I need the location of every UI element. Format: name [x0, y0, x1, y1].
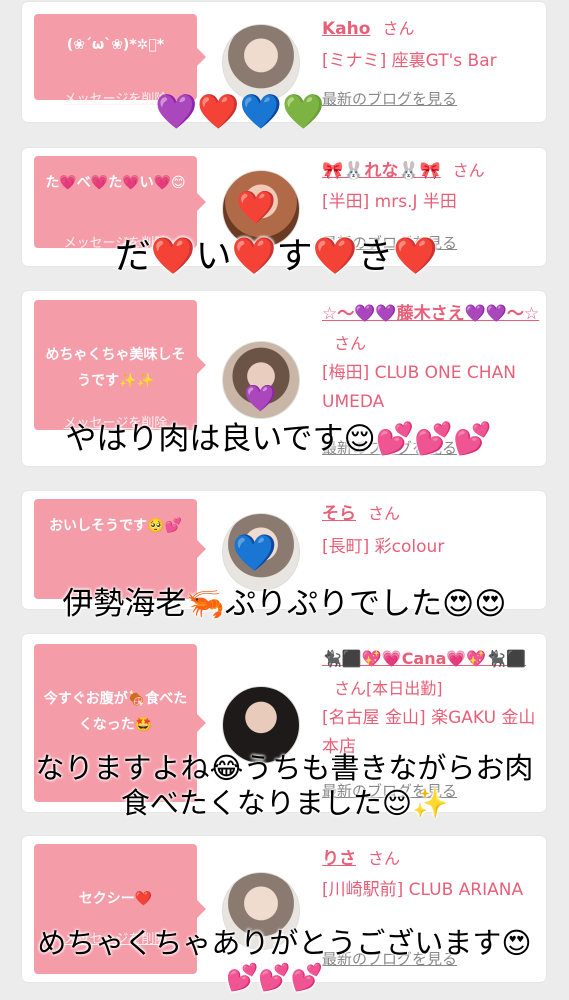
- blue-heart-sticker-icon: 💙: [232, 533, 277, 574]
- latest-blog-link[interactable]: 最新のブログを見る: [322, 88, 457, 109]
- overlay-text-3: 伊勢海老🦐ぷりぷりでした😍😍: [62, 586, 507, 622]
- message-text: おいしそうです🥺💕: [49, 518, 182, 534]
- shop-label: [梅田] CLUB ONE CHAN UMEDA: [322, 363, 516, 412]
- san-label: さん: [368, 504, 401, 523]
- message-bubble: (❀´ω`❀)*✲゚* メッセージを削除: [34, 14, 206, 107]
- cast-name-link[interactable]: そら: [322, 504, 356, 524]
- overlay-text-4a: なりますよね😂うちも書きながらお肉: [35, 751, 534, 785]
- message-bubble: た💗べ💗た💗い💗😊 メッセージを削除: [34, 156, 206, 251]
- shop-label: [川崎駅前] CLUB ARIANA: [322, 880, 524, 900]
- san-label: さん: [368, 849, 401, 868]
- message-text: 今すぐお腹が🍖食べたくなった🤩: [43, 691, 188, 733]
- overlay-text-5b: 💕💕💕: [225, 963, 324, 993]
- heart-sticker-icon: ❤️: [236, 188, 276, 226]
- cast-name-link[interactable]: 🎀🐰れな🐰🎀: [322, 161, 441, 181]
- message-text: セクシー❤️: [78, 891, 153, 907]
- cast-name-link[interactable]: 🐈‍⬛⬛💖💗Cana💗💖🐈‍⬛⬛: [322, 649, 526, 668]
- san-label: さん: [452, 161, 485, 180]
- overlay-text-5a: めちゃくちゃありがとうございます😍: [37, 926, 532, 960]
- message-text: めちゃくちゃ美味しそうです✨✨: [45, 347, 186, 389]
- overlay-text-2: やはり肉は良いです😌💕💕💕: [65, 421, 492, 457]
- message-bubble: おいしそうです🥺💕: [34, 499, 206, 599]
- message-text: (❀´ω`❀)*✲゚*: [66, 37, 165, 53]
- message-text: た💗べ💗た💗い💗😊: [45, 175, 186, 191]
- avatar[interactable]: [222, 24, 300, 102]
- overlay-text-1: だ❤️い❤️す❤️き❤️: [114, 236, 439, 277]
- cast-name-link[interactable]: Kaho: [322, 19, 370, 39]
- overlay-text-4b: 食べたくなりました😌✨: [120, 786, 449, 820]
- cast-name-link[interactable]: りさ: [322, 849, 356, 869]
- hearts-row-sticker: 💜❤️💙💚: [155, 92, 325, 132]
- san-label: さん[本日出勤]: [334, 679, 443, 698]
- shop-label: [ミナミ] 座裏GT's Bar: [322, 51, 497, 71]
- shop-label: [半田] mrs.J 半田: [322, 192, 457, 212]
- message-bubble: めちゃくちゃ美味しそうです✨✨ メッセージを削除: [34, 300, 206, 431]
- shop-label: [長町] 彩colour: [322, 537, 445, 557]
- cast-name-link[interactable]: ☆〜💜💜藤木さえ💜💜〜☆: [322, 304, 539, 324]
- san-label: さん: [382, 19, 415, 38]
- san-label: さん: [334, 334, 367, 353]
- purple-heart-sticker-icon: 💜: [244, 384, 277, 414]
